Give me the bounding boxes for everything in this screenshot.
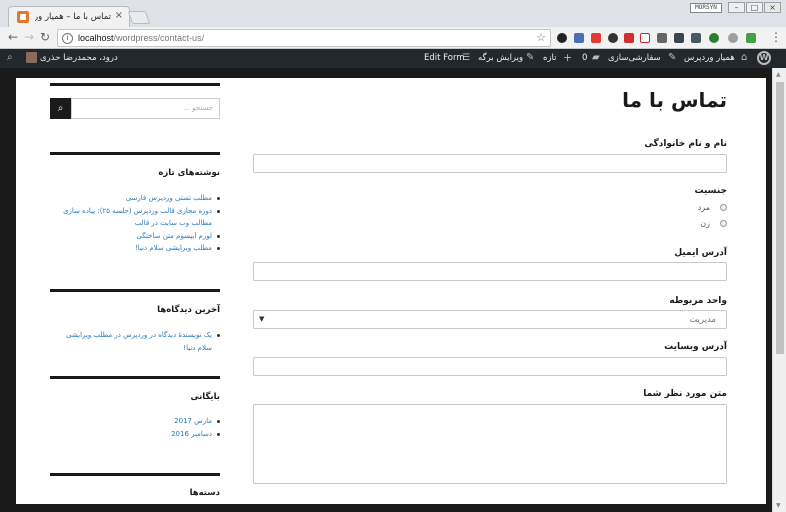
browser-tab-strip: تماس با ما – همیار وردپرس × MORSYN – □ × bbox=[0, 0, 786, 27]
page-scrollbar[interactable]: ▲ ▼ bbox=[772, 68, 786, 512]
pencil-icon: ✎ bbox=[526, 52, 535, 63]
gender-option-female[interactable]: زن bbox=[700, 219, 727, 228]
recent-post-link[interactable]: لورم ایپسوم متن ساختگی bbox=[50, 230, 220, 243]
extension-icon[interactable] bbox=[657, 33, 667, 43]
plus-icon: + bbox=[563, 51, 573, 64]
recent-post-link[interactable]: مطلب تستی وردپرس فارسی bbox=[50, 192, 220, 205]
name-field[interactable] bbox=[253, 154, 727, 173]
recent-comments-title: آخرین دیدگاه‌ها bbox=[157, 305, 220, 315]
categories-title: دسته‌ها bbox=[189, 488, 220, 498]
gender-option-male[interactable]: مرد bbox=[698, 203, 727, 212]
website-field[interactable] bbox=[253, 357, 727, 376]
divider bbox=[50, 289, 220, 292]
edit-form-link[interactable]: Edit Form bbox=[424, 53, 465, 63]
star-icon[interactable]: ☆ bbox=[536, 31, 546, 44]
divider bbox=[50, 152, 220, 155]
page-background: تماس با ما نام و نام خانوادگی جنسیت مرد … bbox=[0, 68, 786, 512]
unit-select[interactable]: مدیریت ▼ bbox=[253, 310, 727, 329]
email-field[interactable] bbox=[253, 262, 727, 281]
address-toolbar: ← → ↻ i localhost/wordpress/contact-us/ … bbox=[0, 27, 786, 49]
name-label: نام و نام خانوادگی bbox=[644, 139, 727, 149]
scrollbar-thumb[interactable] bbox=[776, 82, 784, 354]
close-window-button[interactable]: × bbox=[764, 2, 781, 13]
new-content-link[interactable]: تازه bbox=[543, 53, 557, 63]
menu-dots-icon[interactable]: ⋮ bbox=[770, 31, 782, 43]
admin-greeting[interactable]: درود، محمدرضا حذری bbox=[40, 53, 118, 63]
radio-button[interactable] bbox=[720, 220, 727, 227]
brush-icon: ✎ bbox=[668, 52, 677, 63]
email-label: آدرس ایمیل bbox=[674, 248, 727, 258]
recent-posts-list: مطلب تستی وردپرس فارسی دوره مجازی قالب و… bbox=[50, 192, 220, 255]
extension-icon[interactable] bbox=[624, 33, 634, 43]
customize-link[interactable]: سفارشی‌سازی bbox=[608, 53, 661, 63]
url-text: localhost/wordpress/contact-us/ bbox=[78, 33, 205, 43]
message-textarea[interactable] bbox=[253, 404, 727, 484]
url-bar[interactable]: i localhost/wordpress/contact-us/ ☆ bbox=[57, 29, 551, 47]
extension-icon[interactable] bbox=[674, 33, 684, 43]
search-placeholder: جستجو … bbox=[182, 104, 213, 112]
scroll-down-icon[interactable]: ▼ bbox=[776, 502, 781, 509]
recent-comments-list: یک نویسندهٔ دیدگاه در وردپرس در مطلب ویر… bbox=[50, 329, 220, 354]
extension-icon[interactable] bbox=[557, 33, 567, 43]
divider bbox=[50, 473, 220, 476]
page-content: تماس با ما نام و نام خانوادگی جنسیت مرد … bbox=[16, 78, 766, 504]
avatar[interactable] bbox=[26, 52, 37, 63]
archive-link[interactable]: دسامبر 2016 bbox=[50, 428, 220, 441]
extension-icon[interactable] bbox=[746, 33, 756, 43]
extension-icon[interactable] bbox=[728, 33, 738, 43]
archives-title: بایگانی bbox=[190, 392, 220, 402]
profile-badge[interactable]: MORSYN bbox=[690, 3, 722, 13]
minimize-button[interactable]: – bbox=[728, 2, 745, 13]
maximize-button[interactable]: □ bbox=[746, 2, 763, 13]
site-name-link[interactable]: همیار وردپرس bbox=[684, 53, 735, 63]
edit-page-link[interactable]: ویرایش برگه bbox=[478, 53, 523, 63]
search-icon[interactable]: ⌕ bbox=[7, 52, 13, 64]
back-arrow-icon[interactable]: ← bbox=[6, 31, 20, 44]
info-icon[interactable]: i bbox=[62, 33, 73, 44]
scroll-up-icon[interactable]: ▲ bbox=[776, 71, 781, 78]
recent-post-link[interactable]: مطلب ویرایشی سلام دنیا! bbox=[50, 242, 220, 255]
divider bbox=[50, 376, 220, 379]
page-title: تماس با ما bbox=[622, 88, 727, 112]
unit-label: واحد مربوطه bbox=[669, 296, 727, 306]
message-label: متن مورد نظر شما bbox=[643, 389, 727, 399]
reload-icon[interactable]: ↻ bbox=[38, 31, 52, 44]
wp-admin-bar: ⌕ درود، محمدرضا حذری ☰ Edit Form ✎ ویرای… bbox=[0, 49, 786, 68]
recent-posts-title: نوشته‌های تازه bbox=[158, 168, 220, 178]
browser-tab[interactable]: تماس با ما – همیار وردپرس × bbox=[8, 6, 130, 27]
comments-count[interactable]: 0 bbox=[582, 53, 587, 63]
home-icon[interactable]: ⌂ bbox=[741, 52, 747, 64]
gender-label: جنسیت bbox=[694, 186, 727, 196]
archives-list: مارس 2017 دسامبر 2016 bbox=[50, 415, 220, 440]
gmail-icon[interactable] bbox=[640, 33, 650, 43]
wordpress-logo-icon[interactable]: W bbox=[757, 51, 771, 65]
forward-arrow-icon[interactable]: → bbox=[22, 31, 36, 44]
new-tab-button[interactable] bbox=[127, 11, 151, 24]
extension-icon[interactable] bbox=[709, 33, 719, 43]
comment-bubble-icon[interactable]: ▰ bbox=[592, 52, 600, 64]
website-label: آدرس وبسایت bbox=[664, 342, 727, 352]
recent-comment-link[interactable]: یک نویسندهٔ دیدگاه در وردپرس در مطلب ویر… bbox=[50, 329, 220, 354]
chevron-down-icon: ▼ bbox=[259, 315, 265, 323]
tab-title: تماس با ما – همیار وردپرس bbox=[35, 12, 111, 22]
tab-close-icon[interactable]: × bbox=[115, 10, 123, 21]
search-button[interactable]: ⌕ bbox=[50, 98, 71, 119]
unit-select-value: مدیریت bbox=[689, 315, 716, 325]
extension-icon[interactable] bbox=[608, 33, 618, 43]
site-favicon-icon bbox=[17, 11, 29, 23]
divider bbox=[50, 83, 220, 86]
search-input[interactable]: جستجو … bbox=[71, 98, 220, 119]
radio-button[interactable] bbox=[720, 204, 727, 211]
extension-icon[interactable] bbox=[574, 33, 584, 43]
recent-post-link[interactable]: دوره مجازی قالب وردپرس (جلسه ۲۵): پیاده … bbox=[50, 205, 220, 230]
extension-icon[interactable] bbox=[591, 33, 601, 43]
archive-link[interactable]: مارس 2017 bbox=[50, 415, 220, 428]
extension-icon[interactable] bbox=[691, 33, 701, 43]
